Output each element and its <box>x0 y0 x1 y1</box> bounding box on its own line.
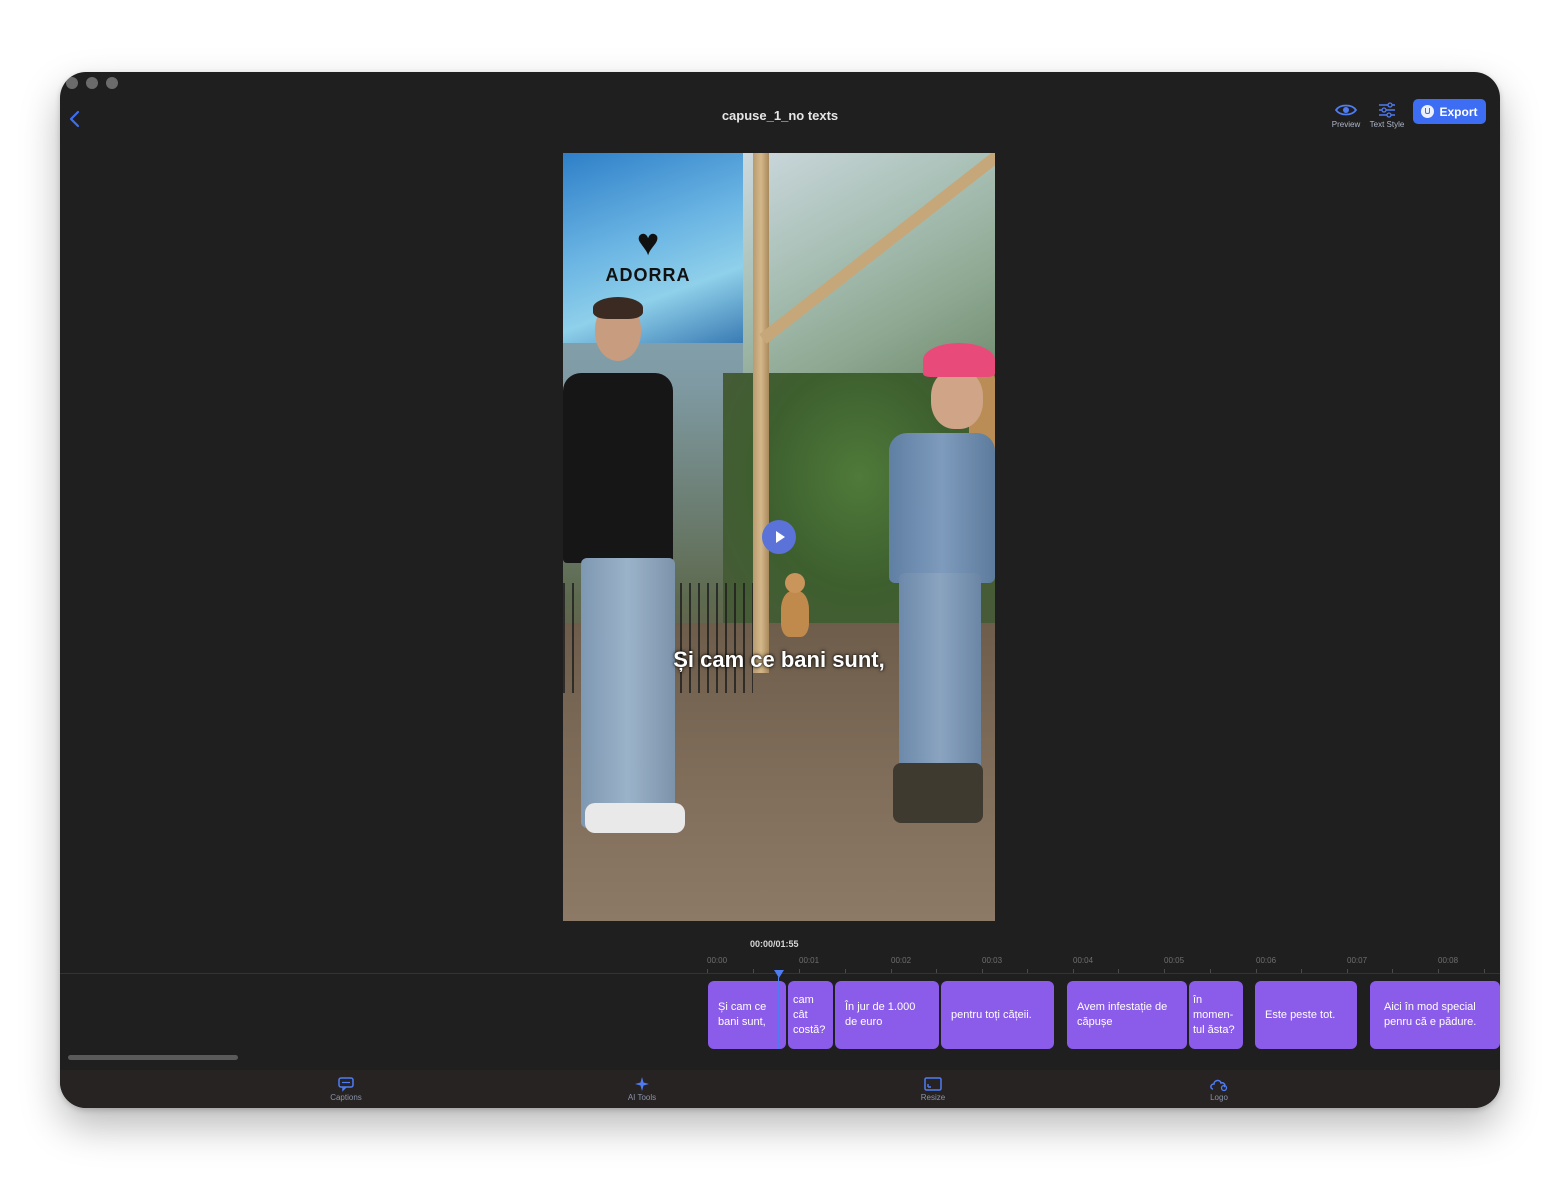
text-style-label: Text Style <box>1369 120 1405 129</box>
tick-label: 00:04 <box>1073 956 1094 965</box>
tab-captions[interactable]: Captions <box>306 1076 386 1102</box>
caption-clip[interactable]: Avem infestație de căpușe <box>1067 981 1187 1049</box>
caption-clip[interactable]: Este peste tot. <box>1255 981 1357 1049</box>
play-icon <box>775 531 785 543</box>
bottom-tab-bar: Captions AI Tools Resize Logo <box>60 1070 1500 1108</box>
speech-bubble-icon <box>338 1077 354 1092</box>
export-button[interactable]: Export <box>1413 99 1486 124</box>
tab-resize[interactable]: Resize <box>893 1076 973 1102</box>
caption-clip[interactable]: Aici în mod special penru că e pădure. <box>1370 981 1500 1049</box>
tick-label: 00:03 <box>982 956 1003 965</box>
zoom-window-button[interactable] <box>106 77 118 89</box>
caption-clip[interactable]: cam cât costă? <box>788 981 833 1049</box>
tab-ai-tools-label: AI Tools <box>627 1093 657 1102</box>
tick-label: 00:05 <box>1164 956 1185 965</box>
play-button[interactable] <box>762 520 796 554</box>
tick-label: 00:07 <box>1347 956 1368 965</box>
resize-icon <box>924 1077 942 1091</box>
playhead-line <box>778 977 779 1049</box>
caption-clip[interactable]: Și cam ce bani sunt, <box>708 981 786 1049</box>
tab-logo[interactable]: Logo <box>1179 1076 1259 1102</box>
minimize-window-button[interactable] <box>86 77 98 89</box>
timeline-scrollbar[interactable] <box>68 1055 238 1060</box>
dog <box>775 573 815 643</box>
tick-label: 00:08 <box>1438 956 1459 965</box>
window-controls <box>66 77 118 89</box>
export-label: Export <box>1439 104 1478 119</box>
sparkle-icon <box>635 1077 649 1091</box>
eye-icon <box>1334 104 1358 116</box>
tick-label: 00:00 <box>707 956 728 965</box>
tick-label: 00:01 <box>799 956 820 965</box>
subtitle-overlay: Și cam ce bani sunt, <box>673 647 885 672</box>
adorra-logo: ♥ ADORRA <box>605 222 691 285</box>
tick-label: 00:06 <box>1256 956 1277 965</box>
caption-track: Și cam ce bani sunt, cam cât costă? În j… <box>60 981 1500 1051</box>
tab-captions-label: Captions <box>330 1093 362 1102</box>
tab-logo-label: Logo <box>1210 1093 1228 1102</box>
caption-clip[interactable]: În jur de 1.000 de euro <box>835 981 939 1049</box>
tab-resize-label: Resize <box>920 1093 946 1102</box>
preview-button[interactable]: Preview <box>1324 102 1368 129</box>
tick-label: 00:02 <box>891 956 912 965</box>
app-window: capuse_1_no texts Preview Text Style Exp… <box>60 72 1500 1108</box>
export-icon <box>1421 105 1435 118</box>
caption-clip[interactable]: în momen- tul ăsta? <box>1189 981 1243 1049</box>
close-window-button[interactable] <box>66 77 78 89</box>
caption-clip[interactable]: pentru toți cățeii. <box>941 981 1054 1049</box>
video-preview[interactable]: ♥ ADORRA Și cam ce bani sunt, <box>563 153 995 921</box>
person-right <box>881 343 995 843</box>
timeline-ruler[interactable]: 00:00 00:01 00:02 00:03 00:04 00:05 00:0… <box>705 952 1500 974</box>
text-style-button[interactable]: Text Style <box>1365 102 1409 129</box>
person-left <box>563 297 693 843</box>
timecode: 00:00/01:55 <box>750 939 799 949</box>
project-title: capuse_1_no texts <box>721 108 839 123</box>
sliders-icon <box>1379 102 1395 118</box>
playhead[interactable] <box>774 970 784 978</box>
logo-icon <box>1210 1079 1228 1092</box>
tab-ai-tools[interactable]: AI Tools <box>602 1076 682 1102</box>
preview-label: Preview <box>1331 120 1361 129</box>
